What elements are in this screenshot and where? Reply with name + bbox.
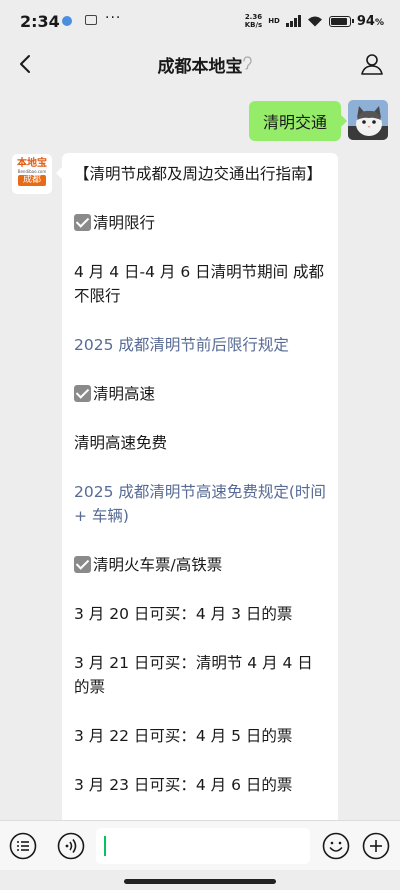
text-cursor <box>104 836 106 856</box>
signal-icon <box>285 15 301 27</box>
message-paragraph: 清明高速 <box>74 382 328 406</box>
message-paragraph: 3 月 23 日可买：4 月 6 日的票 <box>74 773 328 797</box>
battery-percent: 94% <box>356 13 384 29</box>
message-paragraph: 3 月 22 日可买：4 月 5 日的票 <box>74 724 328 748</box>
checkmark-icon <box>74 385 91 402</box>
message-input[interactable] <box>96 828 310 864</box>
home-indicator <box>124 879 276 884</box>
paragraph-text: 3 月 20 日可买：4 月 3 日的票 <box>74 605 293 623</box>
message-paragraph: 清明限行 <box>74 211 328 235</box>
emoji-button[interactable] <box>321 831 351 861</box>
message-paragraph: 清明高速免费 <box>74 431 328 455</box>
message-paragraph: 3 月 21 日可买：清明节 4 月 4 日的票 <box>74 651 328 699</box>
logo-city: 成都 <box>18 175 46 186</box>
chat-title: 成都本地宝 <box>157 57 243 77</box>
hd-badge: HD <box>268 17 280 25</box>
paragraph-text: 清明高速免费 <box>74 434 168 452</box>
checkmark-icon <box>74 556 91 573</box>
message-notification-icon <box>85 15 97 25</box>
logo-text: 本地宝 <box>17 158 47 169</box>
wifi-icon <box>307 16 322 27</box>
input-bar <box>0 820 400 870</box>
ear-icon <box>243 56 252 70</box>
voice-button[interactable] <box>56 831 86 861</box>
plus-icon <box>362 832 390 860</box>
more-button[interactable] <box>361 831 391 861</box>
person-icon <box>361 54 383 75</box>
sender-avatar[interactable]: 本地宝 Bendibao.com 成都 <box>12 154 52 194</box>
list-menu-icon <box>9 832 37 860</box>
paragraph-text: 清明火车票/高铁票 <box>93 556 223 574</box>
chat-header: 成都本地宝 <box>0 44 400 84</box>
battery-icon <box>328 15 354 27</box>
paragraph-text: 2025 成都清明节前后限行规定 <box>74 336 289 354</box>
checkmark-icon <box>74 214 91 231</box>
app-notification-icon <box>62 16 72 26</box>
status-bar: 2:34 ··· 2.36 KB/s HD 94% <box>0 0 400 44</box>
cat-photo <box>348 100 388 140</box>
chat-area[interactable]: 清明交通 本地宝 Bendibao.com 成都 【清明节成都及周边交通出行指南… <box>0 90 400 820</box>
message-paragraph: 【清明节成都及周边交通出行指南】 <box>74 162 328 186</box>
message-paragraph: 清明火车票/高铁票 <box>74 553 328 577</box>
paragraph-text: 2025 成都清明节高速免费规定(时间 + 车辆) <box>74 483 326 525</box>
paragraph-text: 清明高速 <box>93 385 156 403</box>
profile-button[interactable] <box>358 50 386 78</box>
sent-message-bubble[interactable]: 清明交通 <box>248 101 348 141</box>
my-avatar[interactable] <box>348 100 388 140</box>
voice-icon <box>57 832 85 860</box>
status-right: 2.36 KB/s HD 94% <box>245 13 384 29</box>
battery-level <box>330 17 347 25</box>
smiley-icon <box>322 832 350 860</box>
message-link[interactable]: 2025 成都清明节高速免费规定(时间 + 车辆) <box>74 480 328 528</box>
paragraph-text: 清明限行 <box>93 214 156 232</box>
message-paragraph: 4 月 4 日-4 月 6 日清明节期间 成都不限行 <box>74 260 328 308</box>
paragraph-text: 3 月 21 日可买：清明节 4 月 4 日的票 <box>74 654 313 696</box>
message-link[interactable]: 2025 成都清明节前后限行规定 <box>74 333 328 357</box>
paragraph-text: 3 月 22 日可买：4 月 5 日的票 <box>74 727 293 745</box>
logo-url: Bendibao.com <box>17 169 47 174</box>
sent-message-text: 清明交通 <box>262 113 327 132</box>
paragraph-text: 【清明节成都及周边交通出行指南】 <box>74 165 323 183</box>
paragraph-text: 4 月 4 日-4 月 6 日清明节期间 成都不限行 <box>74 263 325 305</box>
received-message-bubble[interactable]: 【清明节成都及周边交通出行指南】清明限行 4 月 4 日-4 月 6 日清明节期间… <box>56 153 338 820</box>
net-speed: 2.36 KB/s <box>244 13 263 29</box>
status-time: 2:34 <box>20 12 60 31</box>
paragraph-text: 3 月 23 日可买：4 月 6 日的票 <box>74 776 293 794</box>
menu-button[interactable] <box>8 831 38 861</box>
message-paragraph: 3 月 20 日可买：4 月 3 日的票 <box>74 602 328 626</box>
more-notifications-icon: ··· <box>105 10 122 26</box>
